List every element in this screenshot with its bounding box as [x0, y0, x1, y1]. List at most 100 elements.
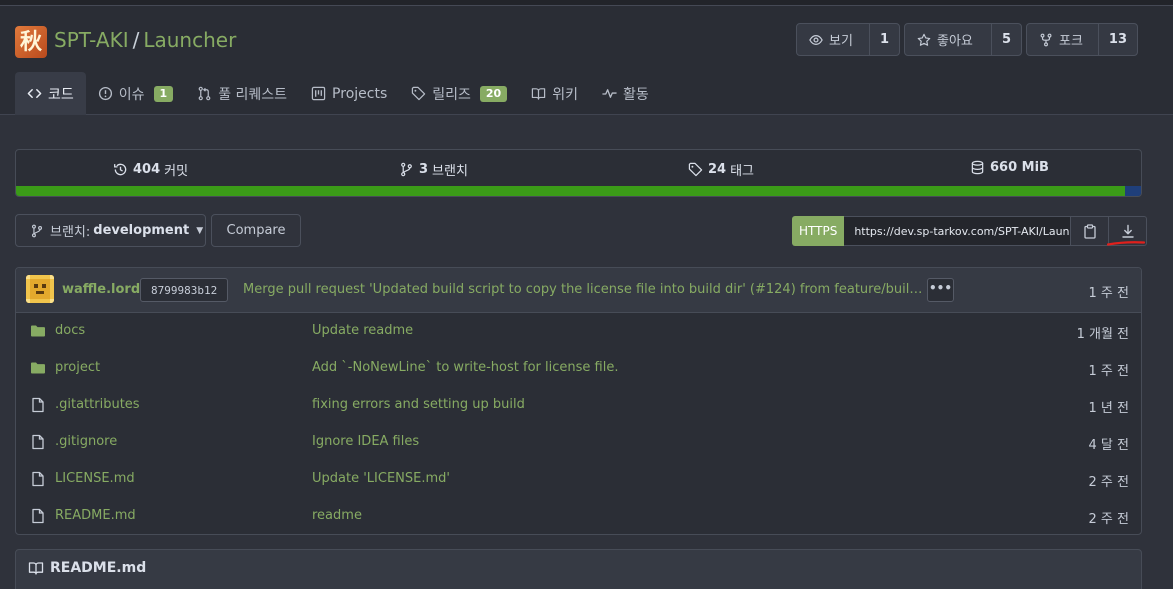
fork-icon — [1040, 33, 1052, 46]
file-commit-message-link[interactable]: readme — [312, 508, 362, 523]
file-icon — [32, 508, 44, 524]
watch-count[interactable]: 1 — [870, 24, 899, 55]
chevron-down-icon: ▼ — [196, 225, 204, 236]
file-commit-time: 1 년 전 — [1088, 401, 1129, 416]
file-icon — [32, 471, 44, 487]
watch-button[interactable]: 보기 — [797, 24, 870, 55]
branches-label: 브랜치 — [432, 164, 468, 179]
download-icon — [1122, 224, 1134, 238]
tab-label: 위키 — [552, 86, 578, 103]
tab-label: 풀 리퀘스트 — [218, 86, 288, 103]
star-button[interactable]: 좋아요 — [905, 24, 992, 55]
file-name-link[interactable]: README.md — [55, 508, 136, 523]
branches-stat[interactable]: 3 브랜치 — [399, 160, 468, 179]
file-commit-time: 2 주 전 — [1088, 512, 1129, 527]
folder-icon — [31, 362, 45, 374]
compare-button[interactable]: Compare — [211, 214, 301, 247]
repo-avatar[interactable]: 秋 — [15, 26, 47, 58]
tab-activity[interactable]: 활동 — [590, 72, 661, 115]
annotation-underline — [1107, 241, 1145, 246]
branch-dropdown[interactable]: 브랜치: development ▼ — [15, 214, 206, 247]
language-bar-primary-segment — [16, 186, 1126, 196]
repo-name-link[interactable]: Launcher — [143, 28, 236, 52]
file-row: .gitignore Ignore IDEA files 4 달 전 — [16, 424, 1141, 461]
watch-button-group: 보기 1 — [796, 23, 900, 56]
file-row: LICENSE.md Update 'LICENSE.md' 2 주 전 — [16, 461, 1141, 498]
repo-tabs: 코드 이슈 1 풀 리퀘스트 Projects 릴리즈 20 위키 활동 — [15, 72, 661, 115]
tags-count: 24 — [708, 162, 727, 177]
file-commit-time: 1 개월 전 — [1076, 327, 1129, 342]
star-button-group: 좋아요 5 — [904, 23, 1022, 56]
pulse-icon — [602, 89, 617, 98]
database-icon — [971, 160, 984, 175]
commits-stat[interactable]: 404 커밋 — [113, 160, 188, 179]
fork-label: 포크 — [1059, 34, 1083, 49]
commit-message-link[interactable]: Merge pull request 'Updated build script… — [243, 282, 923, 297]
size-stat: 660 MiB — [970, 160, 1053, 175]
readme-header: README.md — [28, 560, 146, 576]
file-commit-message-link[interactable]: Add `-NoNewLine` to write-host for licen… — [312, 360, 618, 375]
fork-count[interactable]: 13 — [1099, 24, 1137, 55]
repo-size: 660 MiB — [990, 160, 1049, 175]
commit-sha-button[interactable]: 8799983b12 — [140, 278, 229, 302]
file-name-link[interactable]: docs — [55, 323, 85, 338]
file-name-link[interactable]: .gitignore — [55, 434, 117, 449]
file-name-link[interactable]: .gitattributes — [55, 397, 140, 412]
tab-pull-requests[interactable]: 풀 리퀘스트 — [185, 72, 299, 115]
history-icon — [114, 163, 127, 176]
book-icon — [532, 88, 546, 100]
eye-icon — [809, 34, 823, 45]
commit-author-link[interactable]: waffle.lord — [62, 282, 140, 297]
file-name-link[interactable]: LICENSE.md — [55, 471, 135, 486]
fork-button[interactable]: 포크 — [1027, 24, 1099, 55]
book-icon — [28, 562, 44, 575]
latest-commit-row: waffle.lord 8799983b12 Merge pull reques… — [16, 268, 1141, 313]
commits-label: 커밋 — [164, 164, 189, 179]
issue-icon — [98, 86, 112, 101]
file-row: README.md readme 2 주 전 — [16, 498, 1141, 534]
releases-count-badge: 20 — [479, 85, 508, 102]
tab-releases[interactable]: 릴리즈 20 — [399, 72, 519, 115]
repo-owner-link[interactable]: SPT-AKI — [54, 28, 129, 52]
watch-label: 보기 — [829, 34, 853, 49]
copy-url-button[interactable] — [1071, 216, 1110, 246]
tab-issues[interactable]: 이슈 1 — [86, 72, 185, 115]
file-commit-time: 1 주 전 — [1088, 364, 1129, 379]
file-commit-time: 2 주 전 — [1088, 475, 1129, 490]
author-avatar[interactable] — [26, 275, 54, 303]
code-icon — [27, 89, 42, 98]
file-table: waffle.lord 8799983b12 Merge pull reques… — [15, 267, 1142, 535]
tag-icon — [412, 86, 426, 101]
tags-stat[interactable]: 24 태그 — [688, 160, 754, 179]
pull-request-icon — [198, 86, 211, 101]
tag-icon — [688, 162, 703, 177]
file-commit-message-link[interactable]: fixing errors and setting up build — [312, 397, 525, 412]
avatar-image — [26, 275, 54, 303]
clone-url-input[interactable]: https://dev.sp-tarkov.com/SPT-AKI/Launch… — [844, 216, 1072, 246]
star-icon — [917, 33, 931, 46]
tab-label: 릴리즈 — [432, 86, 471, 103]
file-commit-time: 4 달 전 — [1088, 438, 1129, 453]
file-commit-message-link[interactable]: Update readme — [312, 323, 413, 338]
clone-protocol-button[interactable]: HTTPS — [792, 216, 845, 246]
repo-title-separator: / — [132, 28, 140, 52]
expand-commit-button[interactable]: ••• — [927, 278, 954, 302]
file-name-link[interactable]: project — [55, 360, 100, 375]
star-label: 좋아요 — [937, 34, 973, 49]
star-count[interactable]: 5 — [992, 24, 1021, 55]
readme-title: README.md — [50, 560, 147, 576]
folder-icon — [31, 325, 45, 337]
clipboard-icon — [1084, 223, 1096, 239]
branches-count: 3 — [419, 162, 429, 177]
readme-panel: README.md — [15, 549, 1142, 589]
tab-code[interactable]: 코드 — [15, 72, 86, 115]
file-commit-message-link[interactable]: Update 'LICENSE.md' — [312, 471, 450, 486]
tab-label: 코드 — [48, 86, 74, 103]
file-commit-message-link[interactable]: Ignore IDEA files — [312, 434, 419, 449]
language-bar[interactable] — [16, 186, 1141, 196]
file-icon — [32, 434, 44, 450]
tab-wiki[interactable]: 위키 — [519, 72, 590, 115]
repo-title: SPT-AKI / Launcher — [54, 28, 236, 52]
tab-projects[interactable]: Projects — [299, 72, 399, 115]
branch-name: development — [93, 223, 190, 238]
